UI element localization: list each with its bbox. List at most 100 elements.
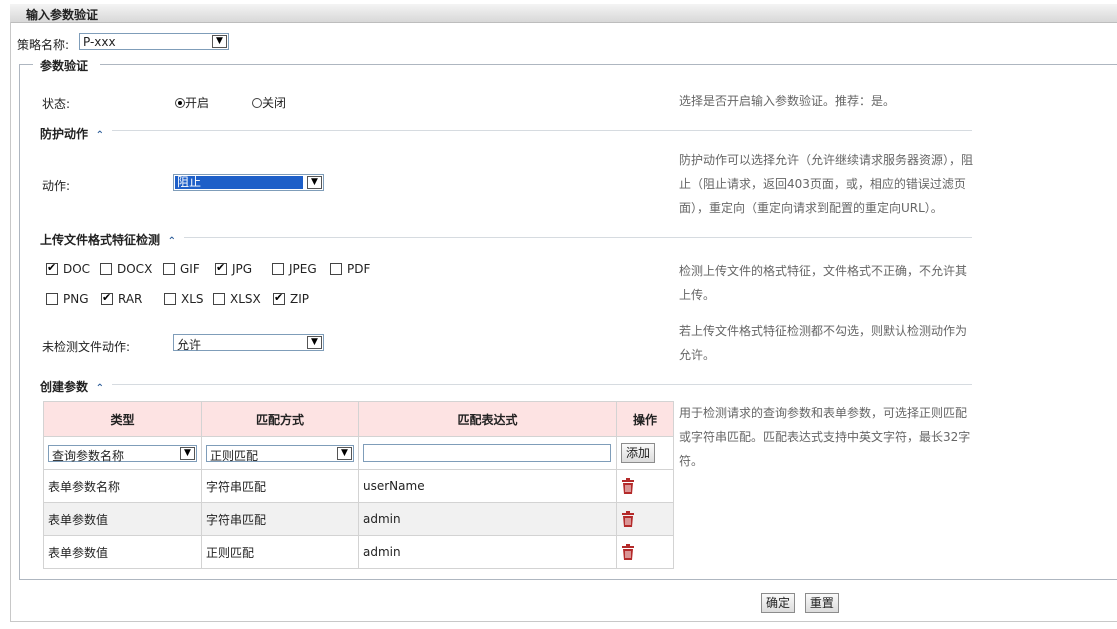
- checkbox[interactable]: [46, 293, 58, 305]
- fieldset-left-border: [19, 64, 20, 579]
- protection-heading-text: 防护动作: [40, 127, 89, 141]
- params-help: 用于检测请求的查询参数和表单参数，可选择正则匹配或字符串匹配。匹配表达式支持中英…: [679, 406, 971, 468]
- policy-name-label: 策略名称:: [17, 38, 70, 52]
- format-label: PNG: [63, 292, 89, 306]
- fieldset-top-border-right: [100, 64, 1117, 65]
- row-type: 表单参数值: [43, 535, 202, 569]
- new-param-row: 查询参数名称 ▼ 正则匹配 ▼ 添加: [43, 436, 674, 470]
- protection-heading[interactable]: 防护动作 ⌃: [40, 125, 104, 142]
- status-off-option[interactable]: 关闭: [252, 94, 286, 111]
- status-off-label: 关闭: [262, 96, 287, 110]
- column-header-expression: 匹配表达式: [358, 401, 617, 437]
- chevron-down-icon: ▼: [307, 336, 322, 349]
- undetected-help: 若上传文件格式特征检测都不勾选，则默认检测动作为允许。: [679, 324, 968, 362]
- checkbox[interactable]: [213, 293, 225, 305]
- format-checkbox-gif[interactable]: GIF: [163, 262, 200, 276]
- row-expression: admin: [358, 502, 617, 536]
- format-label: PDF: [347, 262, 371, 276]
- protection-divider: [112, 130, 972, 131]
- fieldset-bottom-border: [19, 579, 1117, 580]
- trash-icon[interactable]: [621, 511, 669, 527]
- status-label: 状态:: [42, 97, 71, 111]
- reset-button[interactable]: 重置: [804, 593, 839, 613]
- upload-heading[interactable]: 上传文件格式特征检测 ⌃: [40, 231, 176, 248]
- checkbox[interactable]: [273, 291, 285, 305]
- format-label: XLSX: [230, 292, 261, 306]
- undetected-action-value: 允许: [177, 338, 202, 352]
- format-checkbox-png[interactable]: PNG: [46, 292, 89, 306]
- undetected-action-select[interactable]: 允许 ▼: [173, 334, 324, 352]
- params-heading[interactable]: 创建参数 ⌃: [40, 378, 104, 395]
- column-header-match: 匹配方式: [201, 401, 359, 437]
- footer-actions: 确定 重置: [761, 593, 839, 613]
- checkbox[interactable]: [330, 263, 342, 275]
- table-header-row: 类型 匹配方式 匹配表达式 操作: [43, 401, 674, 437]
- row-delete-cell: [616, 469, 674, 503]
- chevron-down-icon: ▼: [307, 176, 322, 189]
- params-divider: [112, 384, 972, 385]
- format-checkbox-jpg[interactable]: JPG: [215, 261, 253, 276]
- checkbox[interactable]: [215, 261, 227, 275]
- format-checkbox-zip[interactable]: ZIP: [273, 291, 309, 306]
- table-row: 表单参数值 正则匹配 admin: [43, 535, 674, 569]
- format-checkbox-jpeg[interactable]: JPEG: [272, 262, 317, 276]
- format-checkbox-pdf[interactable]: PDF: [330, 262, 370, 276]
- checkbox[interactable]: [46, 261, 58, 275]
- radio-off[interactable]: [252, 98, 262, 108]
- confirm-button[interactable]: 确定: [761, 593, 796, 613]
- format-label: ZIP: [290, 292, 309, 306]
- format-label: JPG: [232, 262, 253, 276]
- checkbox[interactable]: [164, 293, 176, 305]
- action-label: 动作:: [42, 179, 71, 193]
- fieldset-legend: 参数验证: [40, 59, 89, 73]
- upload-help: 检测上传文件的格式特征，文件格式不正确，不允许其上传。: [679, 264, 968, 302]
- checkbox[interactable]: [272, 263, 284, 275]
- row-match: 字符串匹配: [201, 469, 359, 503]
- params-heading-text: 创建参数: [40, 380, 89, 394]
- action-select[interactable]: 阻止 ▼: [173, 174, 324, 191]
- format-label: DOC: [63, 262, 91, 276]
- new-match-select[interactable]: 正则匹配 ▼: [206, 444, 354, 463]
- table-row: 表单参数值 字符串匹配 admin: [43, 502, 674, 536]
- checkbox[interactable]: [101, 291, 113, 305]
- new-match-cell: 正则匹配 ▼: [201, 436, 359, 470]
- trash-icon[interactable]: [621, 478, 669, 494]
- trash-icon[interactable]: [621, 544, 669, 560]
- format-label: RAR: [118, 292, 143, 306]
- add-button[interactable]: 添加: [621, 443, 656, 463]
- row-delete-cell: [616, 535, 674, 569]
- policy-name-select[interactable]: P-xxx ▼: [79, 33, 229, 50]
- format-label: DOCX: [117, 262, 153, 276]
- format-checkbox-doc[interactable]: DOC: [46, 261, 91, 276]
- format-checkbox-docx[interactable]: DOCX: [100, 262, 152, 276]
- new-type-cell: 查询参数名称 ▼: [43, 436, 202, 470]
- chevron-up-icon[interactable]: ⌃: [92, 130, 104, 141]
- checkbox[interactable]: [100, 263, 112, 275]
- column-header-type: 类型: [43, 401, 202, 437]
- chevron-up-icon[interactable]: ⌃: [164, 236, 176, 247]
- new-expression-cell: [358, 436, 617, 470]
- fieldset-top-border-left: [19, 64, 33, 65]
- chevron-down-icon: ▼: [180, 446, 195, 460]
- upload-divider: [184, 237, 972, 238]
- page-title: 输入参数验证: [26, 8, 99, 22]
- status-help: 选择是否开启输入参数验证。推荐：是。: [679, 94, 896, 108]
- new-add-cell: 添加: [616, 436, 674, 470]
- checkbox[interactable]: [163, 263, 175, 275]
- format-checkbox-xls[interactable]: XLS: [164, 292, 204, 306]
- format-label: GIF: [180, 262, 200, 276]
- format-checkbox-xlsx[interactable]: XLSX: [213, 292, 261, 306]
- row-match: 字符串匹配: [201, 502, 359, 536]
- action-value: 阻止: [175, 176, 303, 189]
- row-expression: userName: [358, 469, 617, 503]
- radio-on[interactable]: [175, 98, 185, 108]
- format-checkbox-rar[interactable]: RAR: [101, 291, 143, 306]
- upload-heading-text: 上传文件格式特征检测: [40, 233, 161, 247]
- new-expression-input[interactable]: [363, 444, 611, 462]
- policy-name-value: P-xxx: [83, 35, 116, 49]
- page-title-bar: 输入参数验证: [10, 4, 1117, 23]
- status-on-option[interactable]: 开启: [175, 94, 209, 111]
- new-type-select[interactable]: 查询参数名称 ▼: [48, 444, 197, 463]
- protection-help: 防护动作可以选择允许（允许继续请求服务器资源），阻止（阻止请求，返回403页面，…: [679, 153, 974, 215]
- chevron-up-icon[interactable]: ⌃: [92, 383, 104, 394]
